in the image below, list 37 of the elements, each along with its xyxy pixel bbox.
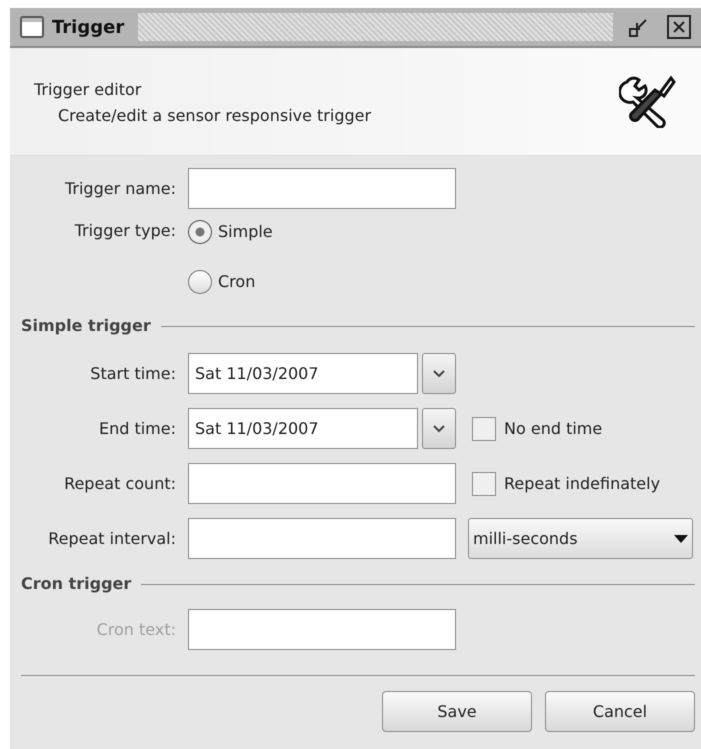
field-label: Trigger name:	[64, 178, 176, 200]
dropdown-arrow-icon	[674, 534, 688, 542]
radio-label: Cron	[218, 271, 256, 293]
dropdown-button[interactable]	[422, 408, 456, 449]
close-icon	[672, 20, 686, 34]
window-icon	[20, 16, 44, 38]
field-label: Repeat interval:	[48, 528, 176, 550]
text-field[interactable]	[188, 518, 456, 559]
close-button[interactable]	[667, 15, 691, 39]
field-label: Repeat count:	[64, 472, 176, 494]
radio-button[interactable]	[188, 220, 212, 244]
field-label: Trigger type:	[74, 220, 176, 242]
window-title: Trigger	[52, 16, 124, 40]
text-field[interactable]	[188, 463, 456, 504]
radio-label: Simple	[218, 221, 273, 243]
header-title: Trigger editor	[34, 79, 142, 101]
date-field[interactable]: Sat 11/03/2007	[188, 408, 418, 449]
checkbox-label: No end time	[504, 418, 602, 440]
unit-dropdown[interactable]: milli-seconds	[468, 518, 693, 559]
checkbox-label: Repeat indefinately	[504, 472, 660, 494]
checkbox[interactable]	[472, 416, 496, 440]
date-field[interactable]: Sat 11/03/2007	[188, 353, 418, 394]
section-heading: Simple trigger	[21, 315, 151, 337]
header-subtitle: Create/edit a sensor responsive trigger	[57, 105, 372, 127]
section-heading: Cron trigger	[21, 573, 132, 595]
checkbox[interactable]	[472, 472, 496, 496]
radio-button[interactable]	[188, 270, 212, 294]
chevron-down-icon	[433, 370, 445, 378]
dropdown-button[interactable]	[422, 353, 456, 394]
save-button[interactable]: Save	[382, 691, 532, 732]
field-label: Start time:	[90, 362, 176, 384]
text-field[interactable]	[188, 168, 456, 209]
tools-icon	[619, 74, 677, 128]
field-label: Cron text:	[96, 618, 176, 640]
cancel-button[interactable]: Cancel	[545, 691, 695, 732]
chevron-down-icon	[433, 424, 445, 432]
field-label: End time:	[98, 418, 176, 440]
